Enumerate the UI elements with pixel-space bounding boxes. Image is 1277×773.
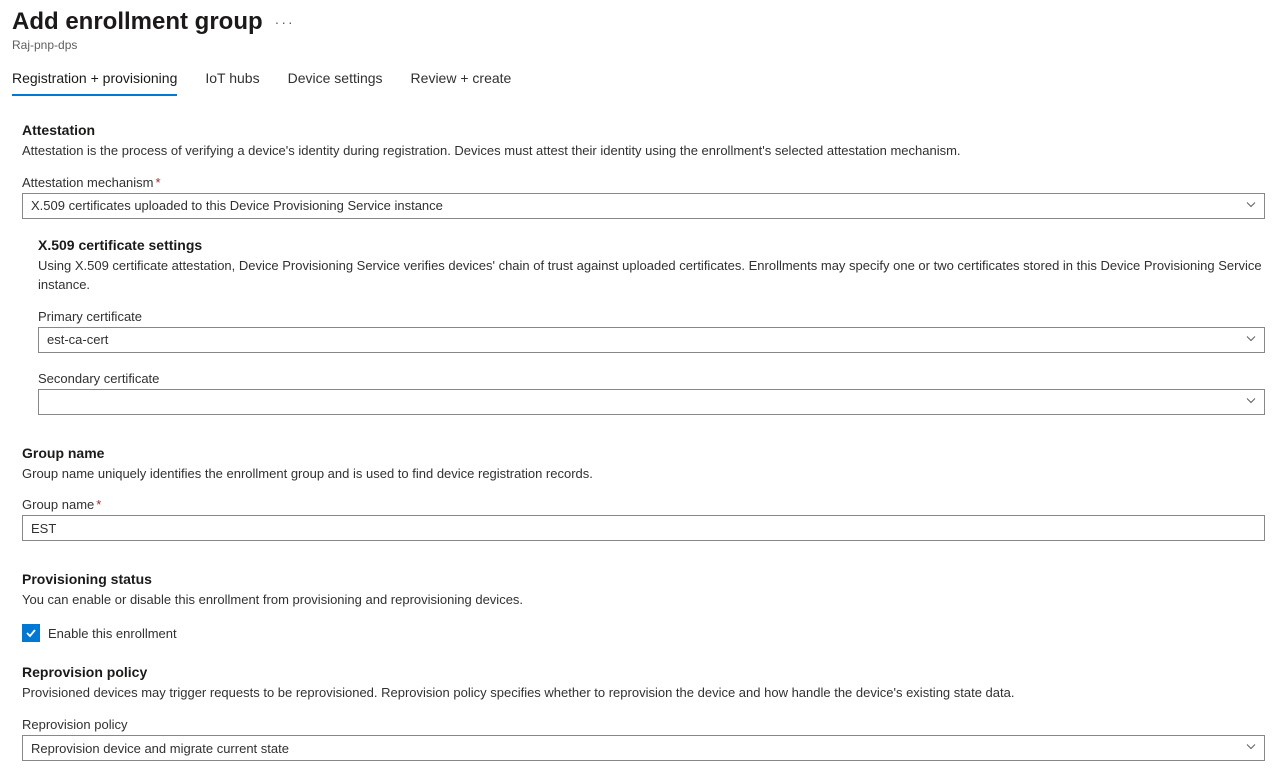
reprovision-heading: Reprovision policy <box>22 664 1265 680</box>
more-icon[interactable]: ··· <box>275 14 295 30</box>
provisioning-status-heading: Provisioning status <box>22 571 1265 587</box>
primary-cert-label: Primary certificate <box>38 309 1265 324</box>
group-name-desc: Group name uniquely identifies the enrol… <box>22 465 1265 484</box>
secondary-cert-select[interactable] <box>38 389 1265 415</box>
reprovision-policy-label: Reprovision policy <box>22 717 1265 732</box>
enable-enrollment-checkbox[interactable] <box>22 624 40 642</box>
x509-desc: Using X.509 certificate attestation, Dev… <box>38 257 1265 295</box>
reprovision-desc: Provisioned devices may trigger requests… <box>22 684 1265 703</box>
attestation-heading: Attestation <box>22 122 1265 138</box>
group-name-input[interactable] <box>22 515 1265 541</box>
secondary-cert-label: Secondary certificate <box>38 371 1265 386</box>
provisioning-status-desc: You can enable or disable this enrollmen… <box>22 591 1265 610</box>
attestation-desc: Attestation is the process of verifying … <box>22 142 1265 161</box>
x509-heading: X.509 certificate settings <box>38 237 1265 253</box>
tabs: Registration + provisioning IoT hubs Dev… <box>12 70 1265 96</box>
attestation-mechanism-select[interactable] <box>22 193 1265 219</box>
reprovision-policy-select[interactable] <box>22 735 1265 761</box>
tab-device-settings[interactable]: Device settings <box>288 70 383 96</box>
tab-iot-hubs[interactable]: IoT hubs <box>205 70 259 96</box>
page-title: Add enrollment group <box>12 8 263 36</box>
group-name-heading: Group name <box>22 445 1265 461</box>
tab-review-create[interactable]: Review + create <box>411 70 512 96</box>
tab-registration-provisioning[interactable]: Registration + provisioning <box>12 70 177 96</box>
breadcrumb: Raj-pnp-dps <box>12 38 1265 52</box>
primary-cert-select[interactable] <box>38 327 1265 353</box>
group-name-label: Group name* <box>22 497 1265 512</box>
attestation-mechanism-label: Attestation mechanism* <box>22 175 1265 190</box>
enable-enrollment-label: Enable this enrollment <box>48 626 177 641</box>
